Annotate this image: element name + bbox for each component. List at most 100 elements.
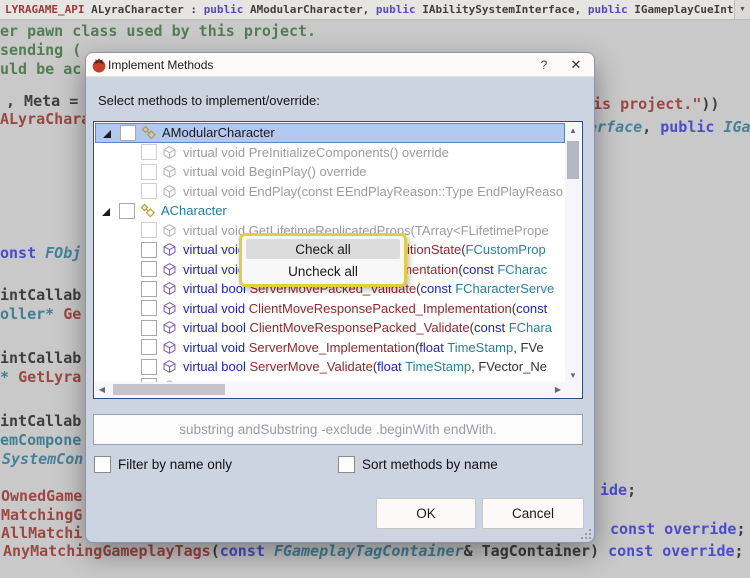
scroll-down-arrow-icon[interactable]: ▼: [565, 368, 581, 382]
code-segment: public: [660, 118, 714, 136]
code-segment: erface: [588, 118, 642, 136]
tree-row-label: virtual bool ServerMove_Validate(float T…: [183, 359, 547, 374]
definition-bar[interactable]: LYRAGAME_API ALyraCharacter : public AMo…: [0, 0, 750, 20]
code-line: OwnedGame: [1, 487, 82, 506]
code-segment: (: [211, 542, 220, 560]
tree-row-checkbox[interactable]: [141, 359, 157, 375]
scroll-left-arrow-icon[interactable]: ◀: [95, 382, 109, 397]
filter-by-name-checkbox[interactable]: [94, 456, 111, 473]
tree-row-label: virtual void BeginPlay() override: [183, 164, 367, 179]
code-segment: emCompone: [0, 431, 81, 449]
code-segment: ClientMoveResponsePacked_Implementation: [249, 301, 512, 316]
tree-row-checkbox[interactable]: [141, 222, 157, 238]
expander-icon[interactable]: [102, 127, 114, 139]
horizontal-scrollbar-thumb[interactable]: [113, 384, 225, 395]
code-segment: intCallab: [0, 286, 81, 304]
code-line: , Meta =: [6, 92, 87, 111]
sort-methods-checkbox[interactable]: [338, 456, 355, 473]
tree-row[interactable]: virtual void PreInitializeComponents() o…: [95, 143, 565, 163]
tree-row-checkbox[interactable]: [141, 261, 157, 277]
tree-row-checkbox[interactable]: [120, 125, 136, 141]
method-cube-icon: [162, 281, 178, 297]
breadcrumb-dropdown-button[interactable]: ▼: [734, 0, 750, 19]
code-segment: MatchingG: [1, 506, 82, 524]
cancel-button[interactable]: Cancel: [482, 498, 584, 529]
tree-row-label: virtual void ServerMove_Implementation(f…: [183, 340, 544, 355]
code-segment: virtual void: [183, 301, 249, 316]
code-segment: virtual void PreInitializeComponents() o…: [183, 145, 449, 160]
code-segment: const: [220, 542, 274, 560]
code-segment: const override: [608, 542, 734, 560]
expander-icon[interactable]: [101, 205, 113, 217]
scroll-up-arrow-icon[interactable]: ▲: [565, 123, 581, 137]
vs-editor-window: er pawn class used by this project.sendi…: [0, 0, 750, 578]
method-cube-icon: [162, 164, 178, 180]
method-cube-icon: [162, 320, 178, 336]
dialog-titlebar: Implement Methods ? ✕: [86, 53, 594, 77]
tree-row[interactable]: ACharacter: [95, 201, 565, 221]
horizontal-scrollbar[interactable]: ◀ ▶: [95, 382, 565, 397]
code-segment: ;: [736, 520, 745, 538]
code-segment: IGa: [714, 118, 750, 136]
tree-row-checkbox[interactable]: [141, 281, 157, 297]
code-line: onst FObj: [0, 244, 81, 263]
tree-row-checkbox[interactable]: [141, 300, 157, 316]
tree-row-label: virtual void EndPlay(const EEndPlayReaso…: [183, 184, 563, 199]
code-segment: ServerMove_Implementation: [249, 340, 415, 355]
class-icon: [141, 125, 157, 141]
dialog-prompt: Select methods to implement/override:: [98, 93, 320, 108]
code-segment: FObj: [45, 244, 81, 262]
vertical-scrollbar-thumb[interactable]: [567, 141, 579, 179]
tree-row[interactable]: virtual void BeginPlay() override: [95, 162, 565, 182]
code-segment: public: [376, 3, 416, 16]
method-cube-icon: [162, 359, 178, 375]
class-icon: [140, 203, 156, 219]
code-segment: sending (: [0, 41, 81, 59]
vertical-scrollbar[interactable]: ▲ ▼: [565, 123, 581, 382]
code-segment: virtual void EndPlay(const EEndPlayReaso…: [183, 184, 563, 199]
tree-row-label: virtual void PreInitializeComponents() o…: [183, 145, 449, 160]
tree-row-checkbox[interactable]: [141, 242, 157, 258]
tree-row-checkbox[interactable]: [141, 164, 157, 180]
tree-row[interactable]: virtual bool ServerMove_Validate(float T…: [95, 357, 565, 377]
code-segment: FCustomProp: [466, 242, 546, 257]
tree-row-checkbox[interactable]: [141, 339, 157, 355]
tree-row-checkbox[interactable]: [119, 203, 135, 219]
code-line: intCallab: [0, 412, 81, 431]
code-segment: ide: [600, 481, 627, 499]
code-line: AnyMatchingGameplayTags(const FGameplayT…: [3, 542, 744, 561]
method-cube-icon: [162, 261, 178, 277]
tree-row-label: ACharacter: [161, 203, 227, 218]
code-line: sending (: [0, 41, 81, 60]
tree-row[interactable]: AModularCharacter: [95, 123, 565, 143]
tree-row[interactable]: virtual bool ClientMoveResponsePacked_Va…: [95, 318, 565, 338]
tree-row[interactable]: virtual void ClientMoveResponsePacked_Im…: [95, 299, 565, 319]
filter-input[interactable]: [93, 414, 583, 445]
tree-row[interactable]: virtual void EndPlay(const EEndPlayReaso…: [95, 182, 565, 202]
tree-row-label: AModularCharacter: [162, 125, 275, 140]
ok-button[interactable]: OK: [376, 498, 476, 529]
tree-row-checkbox[interactable]: [141, 320, 157, 336]
code-segment: SystemCon: [2, 450, 83, 468]
tree-row-checkbox[interactable]: [141, 183, 157, 199]
code-line: ALyraChara: [0, 110, 90, 129]
close-button[interactable]: ✕: [560, 54, 592, 76]
resize-grip[interactable]: [580, 528, 591, 539]
scroll-right-arrow-icon[interactable]: ▶: [551, 382, 565, 397]
code-segment: GetLyra: [18, 368, 81, 386]
context-menu-item[interactable]: Uncheck all: [246, 261, 400, 281]
sort-methods-option[interactable]: Sort methods by name: [338, 456, 498, 473]
filter-by-name-option[interactable]: Filter by name only: [94, 456, 232, 473]
code-segment: ;: [735, 542, 744, 560]
help-button[interactable]: ?: [528, 54, 560, 76]
tree-row-checkbox[interactable]: [141, 144, 157, 160]
tree-row[interactable]: virtual void ServerMove_Implementation(f…: [95, 338, 565, 358]
context-menu-item[interactable]: Check all: [246, 239, 400, 259]
sort-methods-label: Sort methods by name: [362, 457, 498, 472]
code-segment: IAbilitySystemInterface,: [416, 3, 588, 16]
code-segment: oller*: [0, 305, 63, 323]
code-segment: FCharacterServe: [455, 281, 554, 296]
method-cube-icon: [162, 242, 178, 258]
breadcrumb: LYRAGAME_API ALyraCharacter : public AMo…: [0, 3, 734, 16]
code-segment: intCallab: [0, 349, 81, 367]
